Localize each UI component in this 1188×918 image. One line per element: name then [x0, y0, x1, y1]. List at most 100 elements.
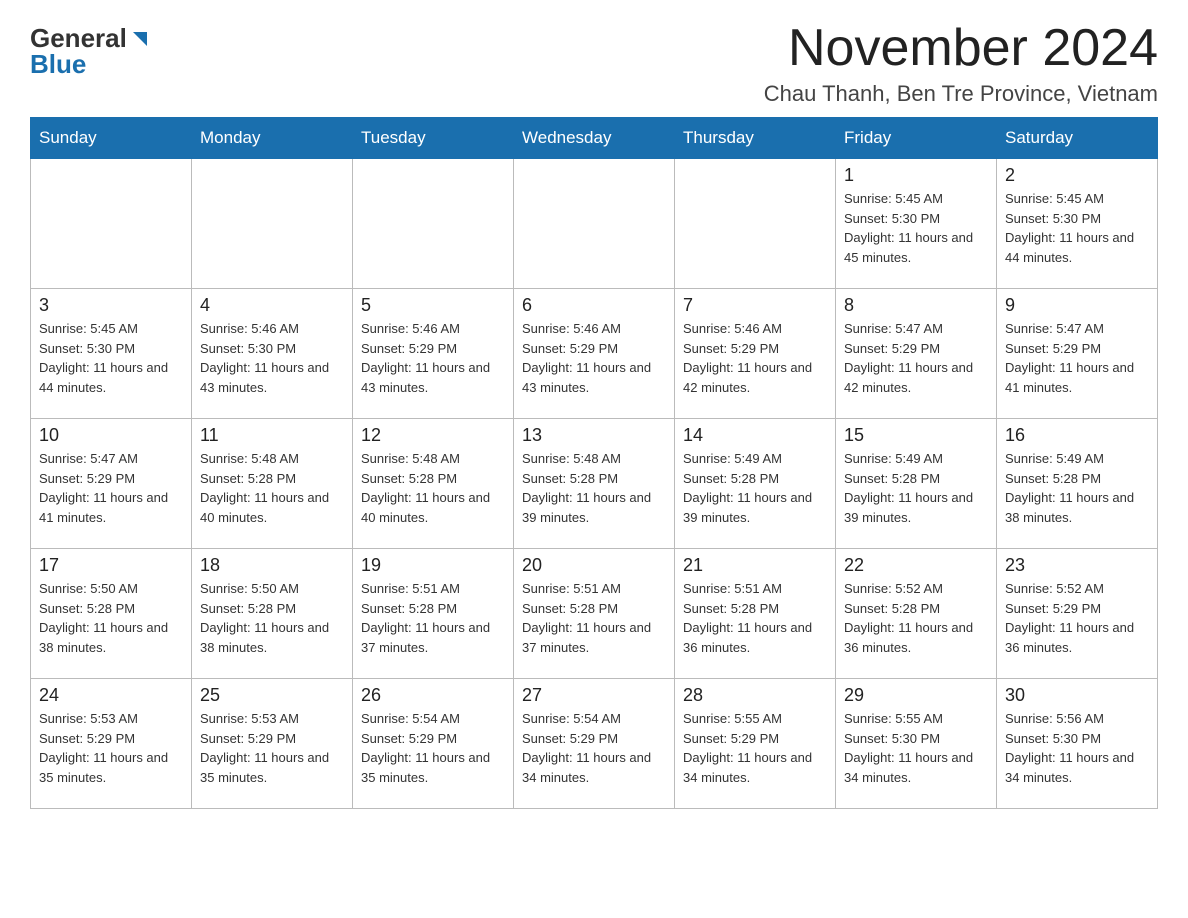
calendar-table: SundayMondayTuesdayWednesdayThursdayFrid… — [30, 117, 1158, 809]
calendar-cell: 25 Sunrise: 5:53 AM Sunset: 5:29 PM Dayli… — [192, 679, 353, 809]
day-number: 9 — [1005, 295, 1149, 316]
day-number: 1 — [844, 165, 988, 186]
day-number: 6 — [522, 295, 666, 316]
calendar-cell — [675, 159, 836, 289]
column-header-saturday: Saturday — [997, 118, 1158, 159]
month-title: November 2024 — [764, 20, 1158, 77]
day-number: 11 — [200, 425, 344, 446]
calendar-cell: 15 Sunrise: 5:49 AM Sunset: 5:28 PM Dayli… — [836, 419, 997, 549]
day-info: Sunrise: 5:50 AM Sunset: 5:28 PM Dayligh… — [39, 579, 183, 657]
day-number: 15 — [844, 425, 988, 446]
day-info: Sunrise: 5:49 AM Sunset: 5:28 PM Dayligh… — [683, 449, 827, 527]
column-header-friday: Friday — [836, 118, 997, 159]
logo: General Blue — [30, 20, 151, 77]
day-number: 17 — [39, 555, 183, 576]
calendar-cell: 20Sunrise: 5:51 AM Sunset: 5:28 PM Dayli… — [514, 549, 675, 679]
day-info: Sunrise: 5:45 AM Sunset: 5:30 PM Dayligh… — [39, 319, 183, 397]
logo-blue: Blue — [30, 51, 86, 77]
calendar-week-row: 24 Sunrise: 5:53 AM Sunset: 5:29 PM Dayli… — [31, 679, 1158, 809]
day-info: Sunrise: 5:46 AM Sunset: 5:29 PM Dayligh… — [522, 319, 666, 397]
calendar-cell: 14Sunrise: 5:49 AM Sunset: 5:28 PM Dayli… — [675, 419, 836, 549]
day-number: 4 — [200, 295, 344, 316]
day-number: 5 — [361, 295, 505, 316]
calendar-cell — [31, 159, 192, 289]
location-subtitle: Chau Thanh, Ben Tre Province, Vietnam — [764, 81, 1158, 107]
day-number: 25 — [200, 685, 344, 706]
day-info: Sunrise: 5:47 AM Sunset: 5:29 PM Dayligh… — [1005, 319, 1149, 397]
calendar-cell: 21Sunrise: 5:51 AM Sunset: 5:28 PM Dayli… — [675, 549, 836, 679]
day-number: 24 — [39, 685, 183, 706]
calendar-cell: 28 Sunrise: 5:55 AM Sunset: 5:29 PM Dayli… — [675, 679, 836, 809]
day-info: Sunrise: 5:48 AM Sunset: 5:28 PM Dayligh… — [522, 449, 666, 527]
calendar-cell: 23 Sunrise: 5:52 AM Sunset: 5:29 PM Dayli… — [997, 549, 1158, 679]
calendar-header-row: SundayMondayTuesdayWednesdayThursdayFrid… — [31, 118, 1158, 159]
calendar-cell: 4Sunrise: 5:46 AM Sunset: 5:30 PM Daylig… — [192, 289, 353, 419]
column-header-sunday: Sunday — [31, 118, 192, 159]
day-number: 21 — [683, 555, 827, 576]
page-header: General Blue November 2024 Chau Thanh, B… — [30, 20, 1158, 107]
calendar-cell: 11 Sunrise: 5:48 AM Sunset: 5:28 PM Dayli… — [192, 419, 353, 549]
calendar-cell: 8 Sunrise: 5:47 AM Sunset: 5:29 PM Daylig… — [836, 289, 997, 419]
day-info: Sunrise: 5:46 AM Sunset: 5:29 PM Dayligh… — [683, 319, 827, 397]
day-info: Sunrise: 5:49 AM Sunset: 5:28 PM Dayligh… — [844, 449, 988, 527]
calendar-cell: 3 Sunrise: 5:45 AM Sunset: 5:30 PM Daylig… — [31, 289, 192, 419]
day-number: 28 — [683, 685, 827, 706]
day-info: Sunrise: 5:54 AM Sunset: 5:29 PM Dayligh… — [361, 709, 505, 787]
calendar-cell: 12 Sunrise: 5:48 AM Sunset: 5:28 PM Dayli… — [353, 419, 514, 549]
calendar-cell: 30 Sunrise: 5:56 AM Sunset: 5:30 PM Dayli… — [997, 679, 1158, 809]
day-number: 30 — [1005, 685, 1149, 706]
day-info: Sunrise: 5:52 AM Sunset: 5:28 PM Dayligh… — [844, 579, 988, 657]
day-number: 29 — [844, 685, 988, 706]
day-info: Sunrise: 5:56 AM Sunset: 5:30 PM Dayligh… — [1005, 709, 1149, 787]
logo-triangle-icon — [129, 28, 151, 50]
day-number: 13 — [522, 425, 666, 446]
calendar-week-row: 1 Sunrise: 5:45 AM Sunset: 5:30 PM Daylig… — [31, 159, 1158, 289]
day-number: 20 — [522, 555, 666, 576]
day-info: Sunrise: 5:53 AM Sunset: 5:29 PM Dayligh… — [39, 709, 183, 787]
day-info: Sunrise: 5:48 AM Sunset: 5:28 PM Dayligh… — [200, 449, 344, 527]
calendar-cell: 13 Sunrise: 5:48 AM Sunset: 5:28 PM Dayli… — [514, 419, 675, 549]
day-info: Sunrise: 5:55 AM Sunset: 5:30 PM Dayligh… — [844, 709, 988, 787]
calendar-cell: 7 Sunrise: 5:46 AM Sunset: 5:29 PM Daylig… — [675, 289, 836, 419]
day-info: Sunrise: 5:47 AM Sunset: 5:29 PM Dayligh… — [844, 319, 988, 397]
column-header-wednesday: Wednesday — [514, 118, 675, 159]
column-header-tuesday: Tuesday — [353, 118, 514, 159]
day-number: 27 — [522, 685, 666, 706]
column-header-thursday: Thursday — [675, 118, 836, 159]
logo-general: General — [30, 25, 127, 51]
day-info: Sunrise: 5:48 AM Sunset: 5:28 PM Dayligh… — [361, 449, 505, 527]
day-number: 8 — [844, 295, 988, 316]
calendar-cell: 18Sunrise: 5:50 AM Sunset: 5:28 PM Dayli… — [192, 549, 353, 679]
calendar-cell — [353, 159, 514, 289]
day-number: 23 — [1005, 555, 1149, 576]
day-info: Sunrise: 5:45 AM Sunset: 5:30 PM Dayligh… — [1005, 189, 1149, 267]
calendar-cell: 16Sunrise: 5:49 AM Sunset: 5:28 PM Dayli… — [997, 419, 1158, 549]
calendar-cell: 27Sunrise: 5:54 AM Sunset: 5:29 PM Dayli… — [514, 679, 675, 809]
calendar-cell — [514, 159, 675, 289]
day-info: Sunrise: 5:46 AM Sunset: 5:29 PM Dayligh… — [361, 319, 505, 397]
calendar-cell: 10 Sunrise: 5:47 AM Sunset: 5:29 PM Dayli… — [31, 419, 192, 549]
day-info: Sunrise: 5:52 AM Sunset: 5:29 PM Dayligh… — [1005, 579, 1149, 657]
calendar-cell: 6 Sunrise: 5:46 AM Sunset: 5:29 PM Daylig… — [514, 289, 675, 419]
calendar-cell: 17 Sunrise: 5:50 AM Sunset: 5:28 PM Dayli… — [31, 549, 192, 679]
day-number: 26 — [361, 685, 505, 706]
day-info: Sunrise: 5:55 AM Sunset: 5:29 PM Dayligh… — [683, 709, 827, 787]
calendar-week-row: 17 Sunrise: 5:50 AM Sunset: 5:28 PM Dayli… — [31, 549, 1158, 679]
day-number: 12 — [361, 425, 505, 446]
day-info: Sunrise: 5:53 AM Sunset: 5:29 PM Dayligh… — [200, 709, 344, 787]
calendar-cell: 19Sunrise: 5:51 AM Sunset: 5:28 PM Dayli… — [353, 549, 514, 679]
calendar-cell: 9 Sunrise: 5:47 AM Sunset: 5:29 PM Daylig… — [997, 289, 1158, 419]
calendar-cell: 29 Sunrise: 5:55 AM Sunset: 5:30 PM Dayli… — [836, 679, 997, 809]
calendar-week-row: 10 Sunrise: 5:47 AM Sunset: 5:29 PM Dayli… — [31, 419, 1158, 549]
calendar-cell — [192, 159, 353, 289]
day-number: 10 — [39, 425, 183, 446]
calendar-week-row: 3 Sunrise: 5:45 AM Sunset: 5:30 PM Daylig… — [31, 289, 1158, 419]
day-number: 3 — [39, 295, 183, 316]
day-info: Sunrise: 5:45 AM Sunset: 5:30 PM Dayligh… — [844, 189, 988, 267]
day-info: Sunrise: 5:47 AM Sunset: 5:29 PM Dayligh… — [39, 449, 183, 527]
calendar-cell: 22Sunrise: 5:52 AM Sunset: 5:28 PM Dayli… — [836, 549, 997, 679]
calendar-cell: 5 Sunrise: 5:46 AM Sunset: 5:29 PM Daylig… — [353, 289, 514, 419]
day-info: Sunrise: 5:51 AM Sunset: 5:28 PM Dayligh… — [361, 579, 505, 657]
day-number: 7 — [683, 295, 827, 316]
calendar-cell: 24 Sunrise: 5:53 AM Sunset: 5:29 PM Dayli… — [31, 679, 192, 809]
